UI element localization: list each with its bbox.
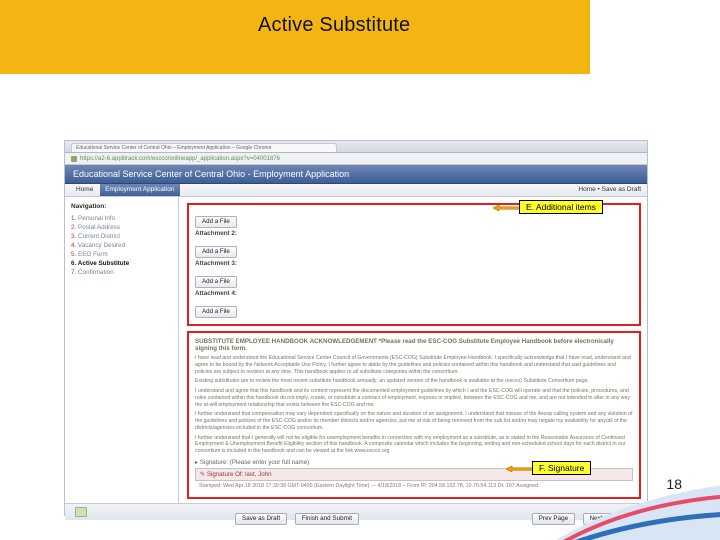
finish-and-submit-button[interactable]: Finish and Submit: [295, 513, 359, 525]
app-menu-bar: Home Employment Application Home • Save …: [65, 184, 647, 197]
callout-e-additional-items: E. Additional items: [519, 200, 603, 214]
handbook-paragraph: I have read and understand the Education…: [195, 355, 633, 375]
arrow-left-icon: [506, 466, 534, 472]
next-page-button[interactable]: Next Page: [583, 513, 626, 525]
attachment-4-label: Attachment 4:: [195, 290, 237, 297]
app-body: Navigation: 1. Personal Info 2. Postal A…: [65, 197, 647, 503]
add-file-button-4[interactable]: Add a File: [195, 306, 237, 318]
footer-image-icon: [75, 507, 87, 517]
handbook-paragraph: I further understand that compensation m…: [195, 411, 633, 431]
sidebar-item-active-substitute[interactable]: 6. Active Substitute: [71, 259, 172, 268]
slide-title: Active Substitute: [258, 14, 410, 37]
handbook-paragraph: Existing substitutes are to review the m…: [195, 378, 633, 385]
attachments-block: Add a File Attachment 2: Add a File Atta…: [187, 203, 641, 326]
browser-tabstrip: Educational Service Center of Central Oh…: [65, 141, 647, 153]
nav-list: 1. Personal Info 2. Postal Address 3. Cu…: [71, 214, 172, 277]
add-file-button-1[interactable]: Add a File: [195, 216, 237, 228]
nav-heading: Navigation:: [71, 203, 172, 210]
title-band: [0, 0, 590, 74]
prev-page-button[interactable]: Prev Page: [532, 513, 575, 525]
signature-meta: Stamped: Wed Apr 18 2018 17:30:38 GMT-04…: [195, 481, 633, 489]
menu-current[interactable]: Employment Application: [100, 184, 179, 196]
lock-icon: [71, 156, 77, 162]
sidebar-item-eeo-form[interactable]: 5. EEO Form: [71, 250, 172, 259]
menu-right-links[interactable]: Home • Save as Draft: [578, 184, 641, 196]
add-file-button-2[interactable]: Add a File: [195, 246, 237, 258]
browser-url[interactable]: https://a2-6.applitrack.com/escco/online…: [80, 156, 280, 162]
browser-tab[interactable]: Educational Service Center of Central Oh…: [71, 143, 337, 152]
screenshot-frame: Educational Service Center of Central Oh…: [64, 140, 648, 516]
sidebar-item-confirmation[interactable]: 7. Confirmation: [71, 268, 172, 277]
attachment-2-label: Attachment 2:: [195, 230, 237, 237]
sidebar-item-vacancy-desired[interactable]: 4. Vacancy Desired: [71, 241, 172, 250]
handbook-heading: SUBSTITUTE EMPLOYEE HANDBOOK ACKNOWLEDGE…: [195, 338, 633, 352]
add-file-button-3[interactable]: Add a File: [195, 276, 237, 288]
main-panel: Add a File Attachment 2: Add a File Atta…: [179, 197, 647, 503]
attachment-3-label: Attachment 3:: [195, 260, 237, 267]
sidebar: Navigation: 1. Personal Info 2. Postal A…: [65, 197, 179, 503]
menu-home[interactable]: Home: [71, 184, 98, 196]
callout-f-signature: F. Signature: [532, 461, 591, 475]
sidebar-item-current-district[interactable]: 3. Current District: [71, 232, 172, 241]
slide-page-number: 18: [666, 476, 682, 492]
save-as-draft-button[interactable]: Save as Draft: [235, 513, 287, 525]
app-title-bar: Educational Service Center of Central Oh…: [65, 165, 647, 184]
sidebar-item-personal-info[interactable]: 1. Personal Info: [71, 214, 172, 223]
browser-address-bar: https://a2-6.applitrack.com/escco/online…: [65, 153, 647, 165]
signature-value: last, John: [245, 471, 271, 478]
footer-bar: Save as Draft Finish and Submit Prev Pag…: [65, 503, 647, 520]
sidebar-item-postal-address[interactable]: 2. Postal Address: [71, 223, 172, 232]
arrow-left-icon: [493, 205, 521, 211]
handbook-paragraph: I further understand that I generally wi…: [195, 435, 633, 455]
handbook-paragraph: I understand and agree that this handboo…: [195, 388, 633, 408]
